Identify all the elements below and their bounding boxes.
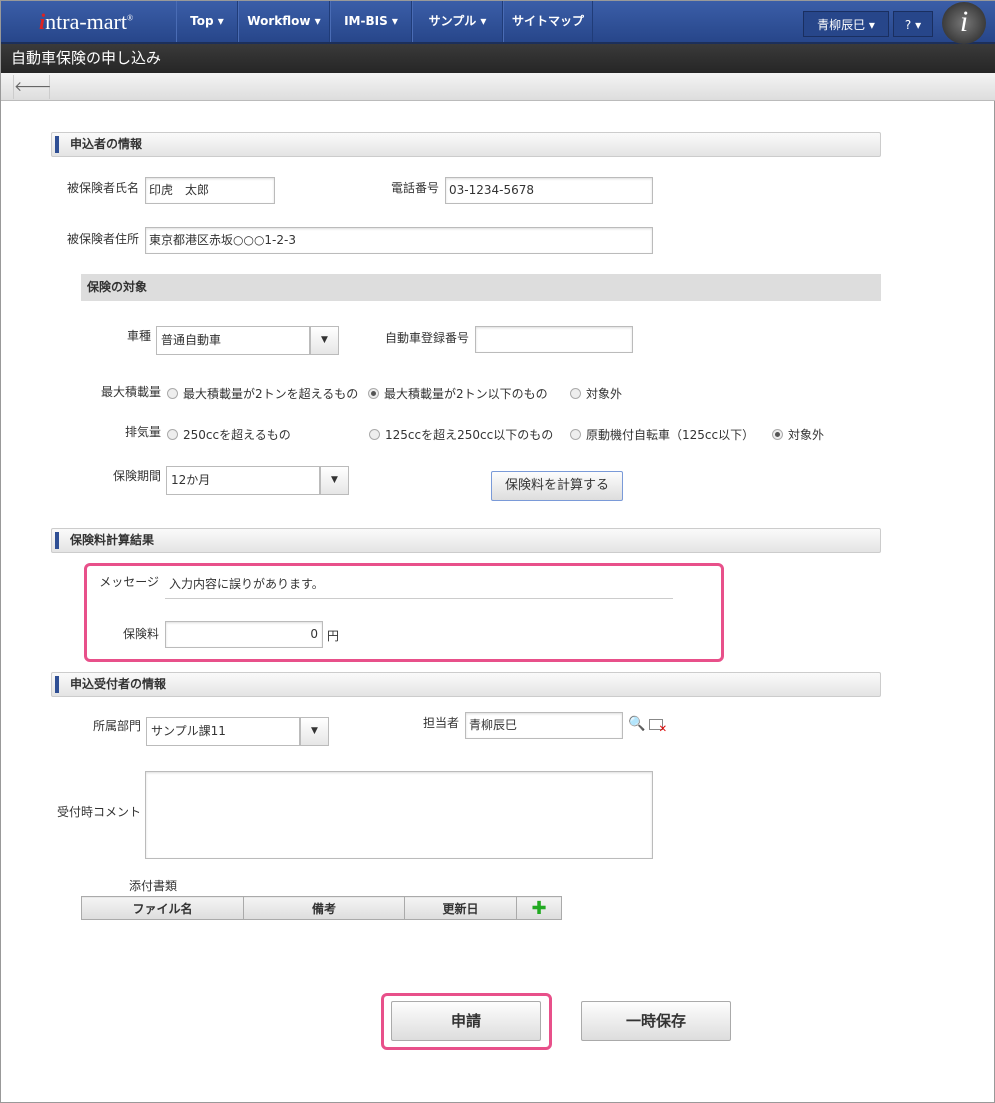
top-nav: intra-mart® Top ▾ Workflow ▾ IM-BIS ▾ サン…: [1, 1, 995, 44]
radio-label: 125ccを超え250cc以下のもの: [385, 428, 554, 442]
section-receiver: 申込受付者の情報: [51, 672, 881, 697]
name-label: 被保険者氏名: [66, 181, 139, 195]
calculate-fee-button[interactable]: 保険料を計算する: [491, 471, 623, 501]
clear-icon[interactable]: ✕: [649, 719, 667, 735]
apply-button[interactable]: 申請: [391, 1001, 541, 1041]
phone-label: 電話番号: [390, 181, 439, 195]
attachment-table: ファイル名 備考 更新日 ✚: [81, 896, 562, 920]
nav-sitemap[interactable]: サイトマップ: [503, 1, 593, 42]
person-input[interactable]: 青柳辰巳: [465, 712, 623, 739]
message-text: 入力内容に誤りがあります。: [165, 569, 673, 599]
load-radio-2[interactable]: 対象外: [570, 385, 622, 402]
section-result: 保険料計算結果: [51, 528, 881, 553]
yen-unit: 円: [327, 629, 340, 643]
chevron-down-icon[interactable]: ▼: [310, 326, 339, 355]
radio-label: 250ccを超えるもの: [183, 428, 291, 442]
nav-im-bis[interactable]: IM-BIS ▾: [330, 1, 412, 42]
exhaust-radio-0[interactable]: 250ccを超えるもの: [167, 426, 291, 443]
address-label: 被保険者住所: [66, 232, 139, 246]
user-menu-button[interactable]: 青柳辰巳 ▾: [803, 11, 889, 37]
reg-label: 自動車登録番号: [384, 331, 469, 345]
comment-textarea[interactable]: [145, 771, 653, 859]
column-updated: 更新日: [404, 896, 517, 920]
chevron-down-icon[interactable]: ▼: [300, 717, 329, 746]
person-label: 担当者: [422, 716, 459, 730]
phone-input[interactable]: 03-1234-5678: [445, 177, 653, 204]
column-filename: ファイル名: [81, 896, 244, 920]
column-note: 備考: [243, 896, 405, 920]
radio-label: 原動機付自転車（125cc以下）: [586, 428, 755, 442]
dept-select[interactable]: サンプル課11: [146, 717, 300, 746]
section-applicant: 申込者の情報: [51, 132, 881, 157]
message-label: メッセージ: [99, 575, 159, 589]
search-icon[interactable]: 🔍: [628, 716, 645, 732]
nav-sample[interactable]: サンプル ▾: [412, 1, 503, 42]
back-arrow-icon[interactable]: 🡐: [13, 75, 52, 99]
insured-name-input[interactable]: 印虎 太郎: [145, 177, 275, 204]
load-radio-1[interactable]: 最大積載量が2トン以下のもの: [368, 385, 548, 402]
radio-label: 最大積載量が2トン以下のもの: [384, 387, 548, 401]
nav-workflow[interactable]: Workflow ▾: [238, 1, 330, 42]
address-input[interactable]: 東京都港区赤坂○○○1-2-3: [145, 227, 653, 254]
i-logo-icon[interactable]: i: [942, 2, 986, 44]
exhaust-radio-1[interactable]: 125ccを超え250cc以下のもの: [369, 426, 553, 443]
exhaust-radio-2[interactable]: 原動機付自転車（125cc以下）: [570, 426, 754, 443]
temp-save-button[interactable]: 一時保存: [581, 1001, 731, 1041]
page-title: 自動車保険の申し込み: [1, 44, 995, 73]
car-type-select[interactable]: 普通自動車: [156, 326, 310, 355]
period-label: 保険期間: [112, 469, 161, 483]
fee-label: 保険料: [122, 627, 159, 641]
toolbar: 🡐: [1, 73, 995, 101]
dept-label: 所属部門: [92, 719, 141, 733]
radio-label: 最大積載量が2トンを超えるもの: [183, 387, 359, 401]
load-label: 最大積載量: [100, 385, 161, 399]
nav-top[interactable]: Top ▾: [176, 1, 238, 42]
load-radio-0[interactable]: 最大積載量が2トンを超えるもの: [167, 385, 358, 402]
exhaust-radio-3[interactable]: 対象外: [772, 426, 824, 443]
attach-label: 添付書類: [129, 879, 178, 893]
comment-label: 受付時コメント: [56, 805, 141, 819]
period-select[interactable]: 12か月: [166, 466, 320, 495]
add-icon[interactable]: ✚: [516, 896, 562, 920]
car-type-label: 車種: [126, 329, 151, 343]
exhaust-label: 排気量: [124, 425, 161, 439]
section-target: 保険の対象: [81, 274, 881, 301]
chevron-down-icon[interactable]: ▼: [320, 466, 349, 495]
radio-label: 対象外: [788, 428, 825, 442]
fee-input[interactable]: 0: [165, 621, 323, 648]
radio-label: 対象外: [586, 387, 623, 401]
registration-number-input[interactable]: [475, 326, 633, 353]
help-menu-button[interactable]: ? ▾: [893, 11, 933, 37]
intra-mart-logo[interactable]: intra-mart®: [39, 9, 133, 35]
